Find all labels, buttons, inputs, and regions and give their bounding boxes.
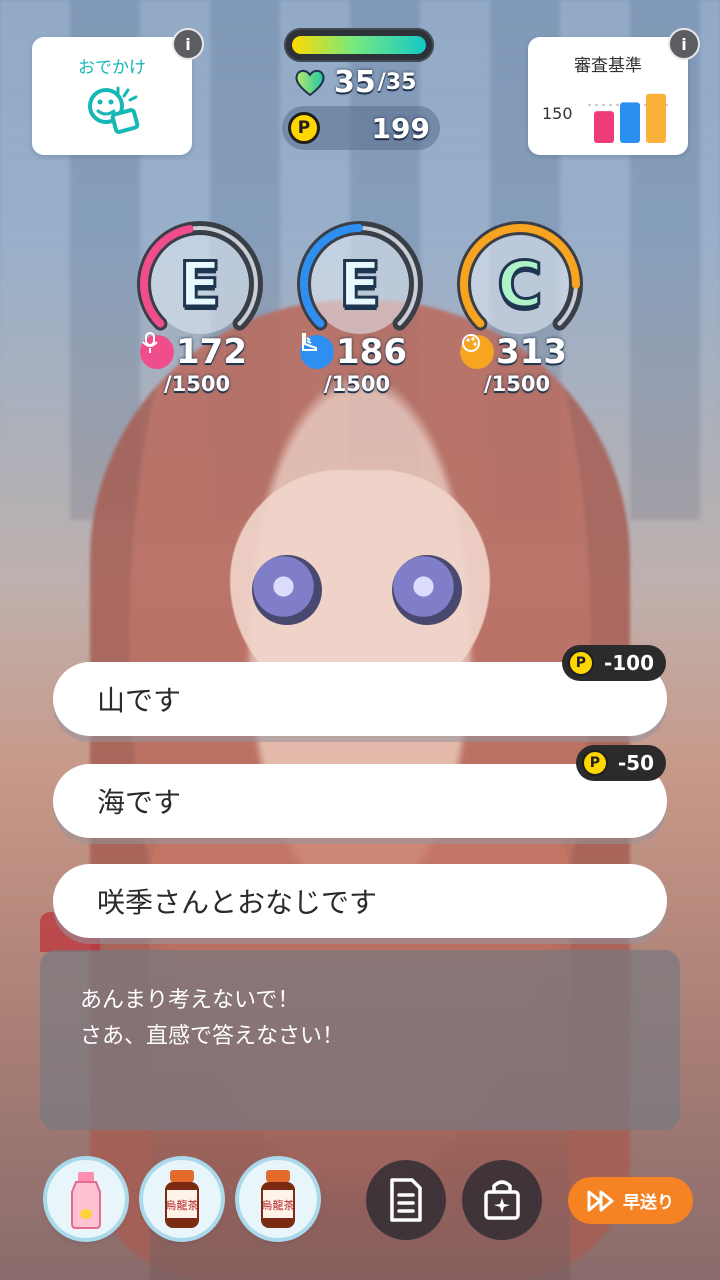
vocal-mic-icon: [140, 332, 174, 369]
log-button[interactable]: [366, 1160, 446, 1240]
stamina-readout: 35 /35: [294, 64, 434, 100]
fast-forward-label: 早送り: [623, 1193, 674, 1213]
dialog-line-2: さあ、直感で答えなさい！: [80, 1024, 345, 1049]
choice-cost-value: -100: [603, 651, 654, 675]
vocal-rank: E: [177, 247, 222, 323]
heart-icon: [295, 69, 325, 97]
outing-label: おでかけ: [78, 58, 146, 78]
visual-max: /1500: [484, 372, 551, 396]
dance-shoe-icon: [300, 333, 334, 369]
points-display: P 199: [282, 106, 440, 150]
stamina-bar-fill: [292, 36, 426, 54]
dance-max: /1500: [324, 372, 391, 396]
vocal-max: /1500: [164, 372, 231, 396]
smiley-note-icon: [88, 86, 140, 134]
item-slot-1[interactable]: [47, 1160, 125, 1238]
choice-button-sea[interactable]: 海です: [53, 764, 667, 838]
choice-cost-badge: P -50: [575, 745, 666, 781]
bag-button[interactable]: [462, 1160, 542, 1240]
criteria-bar: [646, 93, 666, 143]
criteria-info-icon[interactable]: i: [668, 28, 700, 60]
choice-label: 山です: [97, 684, 182, 717]
p-coin-icon: P: [567, 650, 594, 676]
document-icon: [390, 1178, 422, 1222]
points-value: 199: [371, 112, 430, 145]
p-coin-icon: P: [581, 750, 608, 776]
criteria-bar: [594, 111, 614, 143]
bottle-text: 烏龍茶: [166, 1198, 199, 1212]
dance-rank: E: [337, 247, 382, 323]
visual-gauge: C 313 /1500: [450, 216, 590, 396]
oolong-tea-bottle-icon: 烏龍茶: [165, 1170, 199, 1228]
choice-label: 海です: [97, 786, 182, 819]
oolong-tea-bottle-icon: 烏龍茶: [261, 1170, 295, 1228]
criteria-bar: [620, 102, 640, 143]
stamina-max: /35: [377, 69, 417, 95]
criteria-label: 審査基準: [574, 56, 642, 76]
visual-palette-icon: [460, 334, 494, 369]
dance-value: 186: [336, 332, 407, 372]
visual-value: 313: [496, 332, 567, 372]
bottle-text: 烏龍茶: [262, 1198, 295, 1212]
choice-label: 咲季さんとおなじです: [97, 886, 378, 919]
dialog-box[interactable]: あんまり考えないで！ さあ、直感で答えなさい！: [40, 950, 680, 1130]
vocal-value: 172: [176, 332, 247, 372]
criteria-bar-chart: [588, 93, 672, 143]
vocal-gauge: E 172 /1500: [130, 216, 270, 396]
bag-sparkle-icon: [484, 1180, 520, 1220]
stamina-current: 35: [334, 64, 376, 100]
outing-info-icon[interactable]: i: [172, 28, 204, 60]
strawberry-milk-bottle-icon: [71, 1172, 101, 1229]
fast-forward-icon: [587, 1190, 614, 1211]
choice-button-same-as-saki[interactable]: 咲季さんとおなじです: [53, 864, 667, 938]
stamina-bar: [284, 28, 434, 62]
dialog-line-1: あんまり考えないで！: [80, 988, 300, 1013]
choice-cost-badge: P -100: [561, 645, 666, 681]
outing-button[interactable]: おでかけ: [32, 37, 192, 155]
dance-gauge: E 186 /1500: [290, 216, 430, 396]
criteria-threshold: 150: [542, 104, 573, 123]
criteria-button[interactable]: 審査基準 150: [528, 37, 688, 155]
visual-rank: C: [496, 247, 545, 323]
p-coin-icon: P: [288, 112, 320, 144]
choice-cost-value: -50: [617, 751, 654, 775]
item-slot-2[interactable]: 烏龍茶: [143, 1160, 221, 1238]
fast-forward-button[interactable]: 早送り: [568, 1177, 693, 1224]
item-slot-3[interactable]: 烏龍茶: [239, 1160, 317, 1238]
